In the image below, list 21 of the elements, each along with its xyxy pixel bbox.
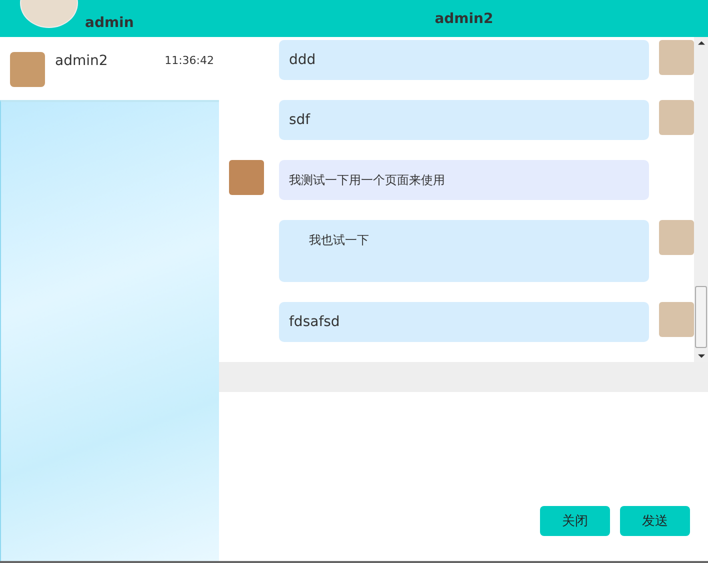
sender-avatar	[659, 40, 694, 75]
sender-avatar	[659, 302, 694, 337]
sender-avatar	[659, 100, 694, 135]
user-name: admin	[85, 14, 134, 30]
scroll-up-icon[interactable]	[698, 40, 704, 45]
chat-title: admin2	[434, 10, 494, 26]
message-text: ddd	[289, 52, 316, 68]
action-button[interactable]: 关闭	[540, 506, 610, 536]
action-button[interactable]: 发送	[620, 506, 690, 536]
contact-time: 11:36:42	[164, 54, 214, 67]
sender-avatar	[659, 220, 694, 255]
scroll-thumb[interactable]	[695, 286, 707, 348]
scrollbar[interactable]	[694, 37, 708, 362]
message-text: 我测试一下用一个页面来使用	[289, 172, 445, 188]
message-text: 我也试一下	[309, 232, 369, 249]
contact-avatar	[10, 52, 45, 87]
scroll-down-icon[interactable]	[698, 354, 704, 359]
message-text: fdsafsd	[289, 314, 340, 330]
sender-avatar	[229, 160, 264, 195]
contact-name: admin2	[55, 53, 109, 69]
message-text: sdf	[289, 112, 310, 128]
